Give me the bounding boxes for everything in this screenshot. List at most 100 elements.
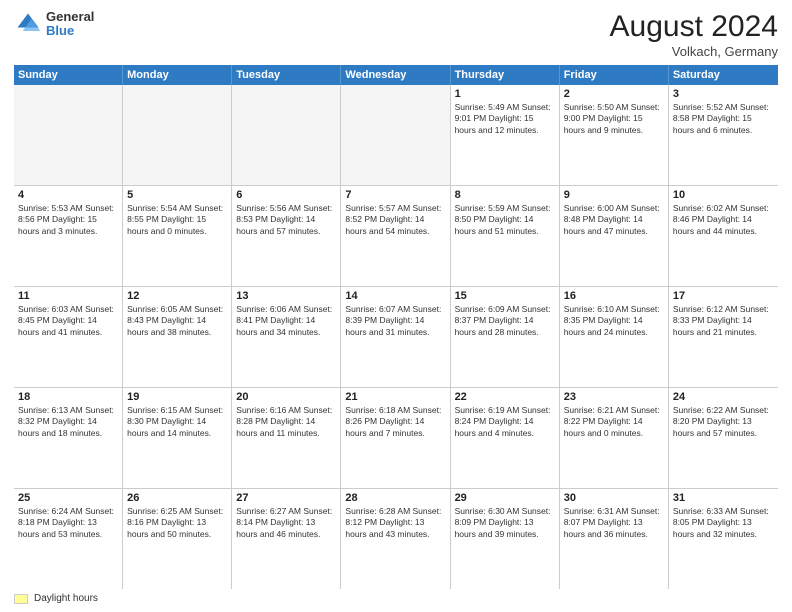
weekday-header: Thursday xyxy=(451,65,560,85)
day-number: 23 xyxy=(564,391,664,403)
weekday-header: Friday xyxy=(560,65,669,85)
calendar-cell: 17 Sunrise: 6:12 AM Sunset: 8:33 PM Dayli… xyxy=(669,287,778,387)
calendar-cell: 23 Sunrise: 6:21 AM Sunset: 8:22 PM Dayli… xyxy=(560,388,669,488)
day-number: 30 xyxy=(564,492,664,504)
calendar-cell: 16 Sunrise: 6:10 AM Sunset: 8:35 PM Dayli… xyxy=(560,287,669,387)
location: Volkach, Germany xyxy=(610,44,778,59)
day-number: 15 xyxy=(455,290,555,302)
day-info: Sunrise: 5:50 AM Sunset: 9:00 PM Dayligh… xyxy=(564,102,664,136)
calendar: SundayMondayTuesdayWednesdayThursdayFrid… xyxy=(14,65,778,589)
logo: General Blue xyxy=(14,10,94,39)
day-info: Sunrise: 5:53 AM Sunset: 8:56 PM Dayligh… xyxy=(18,203,118,237)
day-info: Sunrise: 5:59 AM Sunset: 8:50 PM Dayligh… xyxy=(455,203,555,237)
day-info: Sunrise: 6:21 AM Sunset: 8:22 PM Dayligh… xyxy=(564,405,664,439)
calendar-cell: 19 Sunrise: 6:15 AM Sunset: 8:30 PM Dayli… xyxy=(123,388,232,488)
calendar-cell: 30 Sunrise: 6:31 AM Sunset: 8:07 PM Dayli… xyxy=(560,489,669,589)
calendar-row: 18Sunrise: 6:13 AM Sunset: 8:32 PM Dayli… xyxy=(14,388,778,489)
weekday-header: Wednesday xyxy=(341,65,450,85)
day-info: Sunrise: 6:18 AM Sunset: 8:26 PM Dayligh… xyxy=(345,405,445,439)
day-info: Sunrise: 6:10 AM Sunset: 8:35 PM Dayligh… xyxy=(564,304,664,338)
header: General Blue August 2024 Volkach, German… xyxy=(14,10,778,59)
day-info: Sunrise: 6:09 AM Sunset: 8:37 PM Dayligh… xyxy=(455,304,555,338)
day-info: Sunrise: 6:00 AM Sunset: 8:48 PM Dayligh… xyxy=(564,203,664,237)
weekday-header: Monday xyxy=(123,65,232,85)
calendar-cell xyxy=(341,85,450,185)
day-number: 5 xyxy=(127,189,227,201)
calendar-cell: 2Sunrise: 5:50 AM Sunset: 9:00 PM Daylig… xyxy=(560,85,669,185)
day-number: 24 xyxy=(673,391,774,403)
logo-icon xyxy=(14,10,42,38)
calendar-cell: 4Sunrise: 5:53 AM Sunset: 8:56 PM Daylig… xyxy=(14,186,123,286)
day-number: 21 xyxy=(345,391,445,403)
calendar-cell: 8 Sunrise: 5:59 AM Sunset: 8:50 PM Daylig… xyxy=(451,186,560,286)
day-info: Sunrise: 6:12 AM Sunset: 8:33 PM Dayligh… xyxy=(673,304,774,338)
day-info: Sunrise: 5:52 AM Sunset: 8:58 PM Dayligh… xyxy=(673,102,774,136)
calendar-cell: 14 Sunrise: 6:07 AM Sunset: 8:39 PM Dayli… xyxy=(341,287,450,387)
logo-general: General xyxy=(46,10,94,24)
calendar-cell: 24 Sunrise: 6:22 AM Sunset: 8:20 PM Dayli… xyxy=(669,388,778,488)
day-info: Sunrise: 6:16 AM Sunset: 8:28 PM Dayligh… xyxy=(236,405,336,439)
day-info: Sunrise: 6:15 AM Sunset: 8:30 PM Dayligh… xyxy=(127,405,227,439)
day-number: 8 xyxy=(455,189,555,201)
calendar-body: 1Sunrise: 5:49 AM Sunset: 9:01 PM Daylig… xyxy=(14,85,778,589)
day-number: 20 xyxy=(236,391,336,403)
calendar-cell: 9 Sunrise: 6:00 AM Sunset: 8:48 PM Daylig… xyxy=(560,186,669,286)
day-info: Sunrise: 6:19 AM Sunset: 8:24 PM Dayligh… xyxy=(455,405,555,439)
day-number: 17 xyxy=(673,290,774,302)
day-info: Sunrise: 6:03 AM Sunset: 8:45 PM Dayligh… xyxy=(18,304,118,338)
day-number: 22 xyxy=(455,391,555,403)
calendar-cell: 15 Sunrise: 6:09 AM Sunset: 8:37 PM Dayli… xyxy=(451,287,560,387)
day-info: Sunrise: 6:28 AM Sunset: 8:12 PM Dayligh… xyxy=(345,506,445,540)
day-info: Sunrise: 5:54 AM Sunset: 8:55 PM Dayligh… xyxy=(127,203,227,237)
legend-box xyxy=(14,594,28,604)
day-info: Sunrise: 6:25 AM Sunset: 8:16 PM Dayligh… xyxy=(127,506,227,540)
day-info: Sunrise: 6:06 AM Sunset: 8:41 PM Dayligh… xyxy=(236,304,336,338)
month-title: August 2024 xyxy=(610,10,778,44)
day-number: 27 xyxy=(236,492,336,504)
day-info: Sunrise: 6:27 AM Sunset: 8:14 PM Dayligh… xyxy=(236,506,336,540)
calendar-cell: 1Sunrise: 5:49 AM Sunset: 9:01 PM Daylig… xyxy=(451,85,560,185)
calendar-cell: 12Sunrise: 6:05 AM Sunset: 8:43 PM Dayli… xyxy=(123,287,232,387)
logo-text: General Blue xyxy=(46,10,94,39)
calendar-cell xyxy=(232,85,341,185)
calendar-cell: 3 Sunrise: 5:52 AM Sunset: 8:58 PM Daylig… xyxy=(669,85,778,185)
calendar-header: SundayMondayTuesdayWednesdayThursdayFrid… xyxy=(14,65,778,85)
day-info: Sunrise: 6:24 AM Sunset: 8:18 PM Dayligh… xyxy=(18,506,118,540)
day-number: 26 xyxy=(127,492,227,504)
calendar-row: 11Sunrise: 6:03 AM Sunset: 8:45 PM Dayli… xyxy=(14,287,778,388)
day-info: Sunrise: 5:56 AM Sunset: 8:53 PM Dayligh… xyxy=(236,203,336,237)
day-number: 10 xyxy=(673,189,774,201)
calendar-cell: 6 Sunrise: 5:56 AM Sunset: 8:53 PM Daylig… xyxy=(232,186,341,286)
day-info: Sunrise: 5:57 AM Sunset: 8:52 PM Dayligh… xyxy=(345,203,445,237)
title-block: August 2024 Volkach, Germany xyxy=(610,10,778,59)
day-number: 3 xyxy=(673,88,774,100)
calendar-row: 1Sunrise: 5:49 AM Sunset: 9:01 PM Daylig… xyxy=(14,85,778,186)
day-number: 9 xyxy=(564,189,664,201)
calendar-row: 4Sunrise: 5:53 AM Sunset: 8:56 PM Daylig… xyxy=(14,186,778,287)
calendar-cell: 20 Sunrise: 6:16 AM Sunset: 8:28 PM Dayli… xyxy=(232,388,341,488)
calendar-cell: 22 Sunrise: 6:19 AM Sunset: 8:24 PM Dayli… xyxy=(451,388,560,488)
day-number: 31 xyxy=(673,492,774,504)
day-info: Sunrise: 6:07 AM Sunset: 8:39 PM Dayligh… xyxy=(345,304,445,338)
calendar-cell: 26 Sunrise: 6:25 AM Sunset: 8:16 PM Dayli… xyxy=(123,489,232,589)
day-number: 16 xyxy=(564,290,664,302)
day-number: 29 xyxy=(455,492,555,504)
calendar-cell: 18Sunrise: 6:13 AM Sunset: 8:32 PM Dayli… xyxy=(14,388,123,488)
calendar-cell: 27 Sunrise: 6:27 AM Sunset: 8:14 PM Dayli… xyxy=(232,489,341,589)
legend-label: Daylight hours xyxy=(34,593,98,604)
calendar-cell: 5 Sunrise: 5:54 AM Sunset: 8:55 PM Daylig… xyxy=(123,186,232,286)
day-number: 28 xyxy=(345,492,445,504)
day-number: 1 xyxy=(455,88,555,100)
day-number: 19 xyxy=(127,391,227,403)
page: General Blue August 2024 Volkach, German… xyxy=(0,0,792,612)
day-number: 14 xyxy=(345,290,445,302)
day-info: Sunrise: 6:22 AM Sunset: 8:20 PM Dayligh… xyxy=(673,405,774,439)
calendar-cell: 13Sunrise: 6:06 AM Sunset: 8:41 PM Dayli… xyxy=(232,287,341,387)
calendar-cell: 10Sunrise: 6:02 AM Sunset: 8:46 PM Dayli… xyxy=(669,186,778,286)
calendar-cell: 11Sunrise: 6:03 AM Sunset: 8:45 PM Dayli… xyxy=(14,287,123,387)
day-info: Sunrise: 6:13 AM Sunset: 8:32 PM Dayligh… xyxy=(18,405,118,439)
day-info: Sunrise: 6:31 AM Sunset: 8:07 PM Dayligh… xyxy=(564,506,664,540)
footer: Daylight hours xyxy=(14,593,778,604)
calendar-cell xyxy=(123,85,232,185)
day-number: 6 xyxy=(236,189,336,201)
